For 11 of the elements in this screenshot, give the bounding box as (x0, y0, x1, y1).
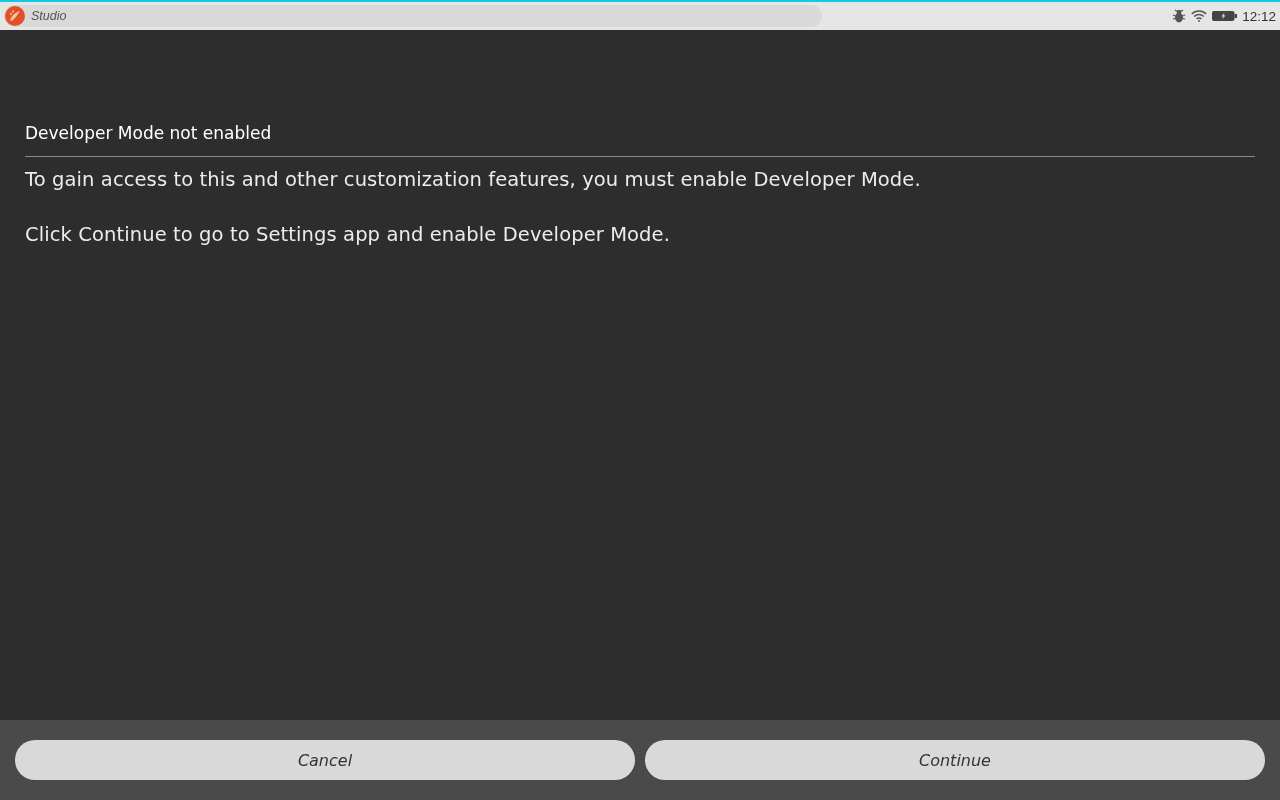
dialog-button[interactable]: Cancel (15, 740, 635, 780)
bug-icon (1172, 9, 1187, 23)
dialog-message: Click Continue to go to Settings app and enable Developer Mode. (25, 222, 671, 247)
dialog-button[interactable]: Continue (645, 740, 1265, 780)
wifi-icon (1191, 10, 1208, 22)
clock-time: 12:12 (1242, 8, 1276, 24)
dialog-title: Developer Mode not enabled (25, 122, 273, 144)
dialog-message: To gain access to this and other customization features, you must enable Developer Mode. (25, 167, 922, 192)
battery-charging-icon (1212, 11, 1238, 21)
app-title: Studio (31, 9, 67, 23)
app-logo-icon (5, 6, 25, 26)
